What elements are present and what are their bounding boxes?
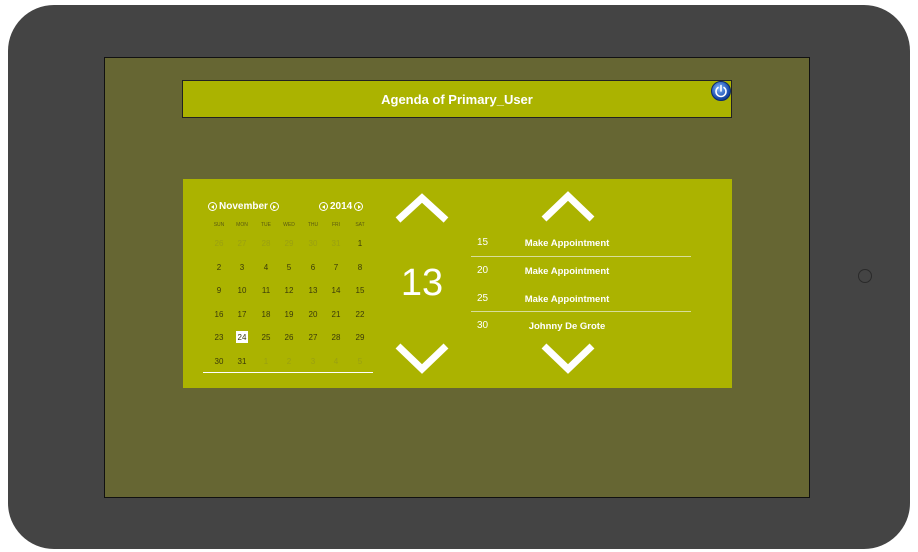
hour-down-icon[interactable] [394,341,450,375]
calendar-day[interactable]: 13 [301,286,325,295]
month-label: November [219,201,268,212]
appointment-slot[interactable]: Make Appointment [512,294,622,305]
calendar-day[interactable]: 6 [301,263,325,272]
agenda-header: Agenda of Primary_User [182,80,732,118]
appointment-time: 20 [477,265,489,276]
prev-year-icon[interactable] [319,202,328,211]
appointment-slot[interactable]: Make Appointment [512,238,622,249]
weekday-header: WED [283,222,295,228]
calendar-day[interactable]: 5 [348,357,372,366]
calendar-day[interactable]: 24 [230,333,254,342]
home-button[interactable] [858,269,872,283]
next-year-icon[interactable] [354,202,364,211]
appointment-slot[interactable]: Make Appointment [512,266,622,277]
calendar-day[interactable]: 2 [277,357,301,366]
calendar-day[interactable]: 26 [207,239,231,248]
calendar-day[interactable]: 2 [207,263,231,272]
calendar-day[interactable]: 20 [301,310,325,319]
calendar-day[interactable]: 31 [324,239,348,248]
calendar-day[interactable]: 29 [277,239,301,248]
weekday-header: THU [307,222,319,228]
calendar-day[interactable]: 18 [254,310,278,319]
calendar-day[interactable]: 15 [348,286,372,295]
year-label: 2014 [330,201,353,212]
calendar-day[interactable]: 19 [277,310,301,319]
calendar-day[interactable]: 28 [324,333,348,342]
calendar-day[interactable]: 3 [230,263,254,272]
calendar-day[interactable]: 16 [207,310,231,319]
calendar-day[interactable]: 7 [324,263,348,272]
calendar-day[interactable]: 28 [254,239,278,248]
appointments-up-icon[interactable] [540,190,596,224]
appointment-slot[interactable]: Johnny De Grote [512,321,622,332]
calendar-day[interactable]: 4 [324,357,348,366]
power-icon[interactable] [711,81,731,101]
calendar-day[interactable]: 9 [207,286,231,295]
appointment-divider [471,311,691,312]
appointment-time: 15 [477,237,489,248]
calendar-day[interactable]: 12 [277,286,301,295]
calendar-day[interactable]: 23 [207,333,231,342]
appointment-time: 25 [477,293,489,304]
calendar-day[interactable]: 1 [254,357,278,366]
calendar-day[interactable]: 17 [230,310,254,319]
calendar-day[interactable]: 27 [301,333,325,342]
weekday-header: FRI [331,222,341,228]
calendar-day[interactable]: 11 [254,286,278,295]
appointment-divider [471,256,691,257]
appointment-time: 30 [477,320,489,331]
weekday-header: TUE [261,222,271,228]
weekday-header: MON [236,222,248,228]
calendar-day[interactable]: 22 [348,310,372,319]
calendar-day[interactable]: 21 [324,310,348,319]
year-selector: 2014 [319,201,364,212]
calendar-day[interactable]: 27 [230,239,254,248]
calendar-day[interactable]: 29 [348,333,372,342]
page-title: Agenda of Primary_User [381,92,533,107]
calendar-day[interactable]: 30 [207,357,231,366]
hour-up-icon[interactable] [394,193,450,225]
calendar-day[interactable]: 1 [348,239,372,248]
appointments-down-icon[interactable] [540,341,596,375]
hour-value: 13 [400,262,444,304]
month-selector: November [208,201,279,212]
calendar-day[interactable]: 4 [254,263,278,272]
weekday-header: SAT [355,222,365,228]
calendar-divider [203,372,373,373]
next-month-icon[interactable] [269,202,279,211]
calendar-day[interactable]: 8 [348,263,372,272]
calendar-day[interactable]: 10 [230,286,254,295]
prev-month-icon[interactable] [208,202,217,211]
calendar-day[interactable]: 30 [301,239,325,248]
calendar-day[interactable]: 14 [324,286,348,295]
weekday-header: SUN [213,222,225,228]
calendar-day[interactable]: 5 [277,263,301,272]
calendar-day[interactable]: 31 [230,357,254,366]
calendar-day[interactable]: 3 [301,357,325,366]
calendar-day[interactable]: 25 [254,333,278,342]
calendar-day[interactable]: 26 [277,333,301,342]
